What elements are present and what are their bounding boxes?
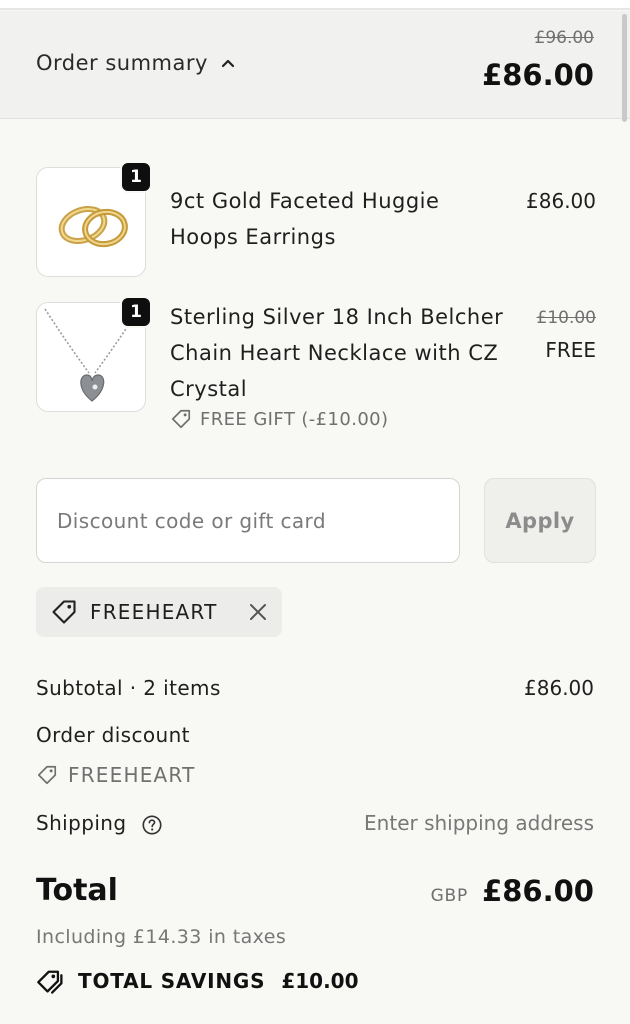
savings-label: TOTAL SAVINGS [78, 969, 266, 993]
quantity-badge: 1 [120, 161, 152, 193]
order-discount-label: Order discount [36, 723, 190, 747]
order-summary-bar[interactable]: Order summary £96.00 £86.00 [0, 11, 630, 119]
subtotal-label: Subtotal · 2 items [36, 676, 221, 700]
order-summary-label: Order summary [36, 51, 208, 75]
currency-code: GBP [430, 886, 469, 906]
close-icon [250, 604, 266, 620]
item-title: Sterling Silver 18 Inch Belcher Chain He… [170, 305, 504, 401]
tax-note: Including £14.33 in taxes [36, 926, 287, 948]
item-price: £86.00 [526, 189, 596, 213]
item-price: FREE [545, 338, 596, 362]
total-label: Total [36, 873, 118, 908]
shipping-row: Shipping [36, 811, 163, 836]
total-amount: £86.00 [482, 874, 594, 908]
line-item: 1 Sterling Silver 18 Inch Belcher Chain … [36, 296, 596, 442]
item-original-price: £10.00 [536, 308, 596, 328]
order-discount-code: FREEHEART [36, 763, 196, 787]
question-circle-icon[interactable] [141, 814, 163, 836]
shipping-value: Enter shipping address [364, 811, 594, 835]
top-border [0, 0, 630, 10]
applied-discount-chip: FREEHEART [36, 587, 282, 637]
remove-discount-button[interactable] [248, 602, 268, 622]
tags-icon [37, 970, 63, 994]
applied-code-label: FREEHEART [90, 600, 218, 624]
free-gift-label: FREE GIFT (-£10.00) [170, 408, 388, 430]
order-summary-toggle[interactable]: Order summary [36, 51, 236, 75]
quantity-badge: 1 [120, 296, 152, 328]
summary-total: £86.00 [482, 58, 594, 92]
tag-icon [52, 600, 76, 624]
total-savings: TOTAL SAVINGS £10.00 [36, 966, 359, 996]
chevron-up-icon [221, 59, 235, 68]
item-title: 9ct Gold Faceted Huggie Hoops Earrings [170, 189, 440, 249]
apply-discount-button[interactable]: Apply [484, 478, 596, 563]
total-amount-group: GBP £86.00 [431, 874, 594, 908]
savings-value: £10.00 [281, 969, 359, 993]
tag-icon [171, 409, 191, 429]
line-item: 1 9ct Gold Faceted Huggie Hoops Earrings… [36, 161, 596, 277]
free-gift-text: FREE GIFT (-£10.00) [200, 408, 389, 430]
shipping-label: Shipping [36, 811, 127, 835]
original-total: £96.00 [534, 28, 594, 48]
subtotal-value: £86.00 [524, 676, 594, 700]
discount-code-input[interactable] [36, 478, 460, 563]
tag-icon [37, 765, 57, 785]
order-discount-code-text: FREEHEART [68, 763, 196, 787]
scrollbar[interactable] [622, 14, 627, 122]
